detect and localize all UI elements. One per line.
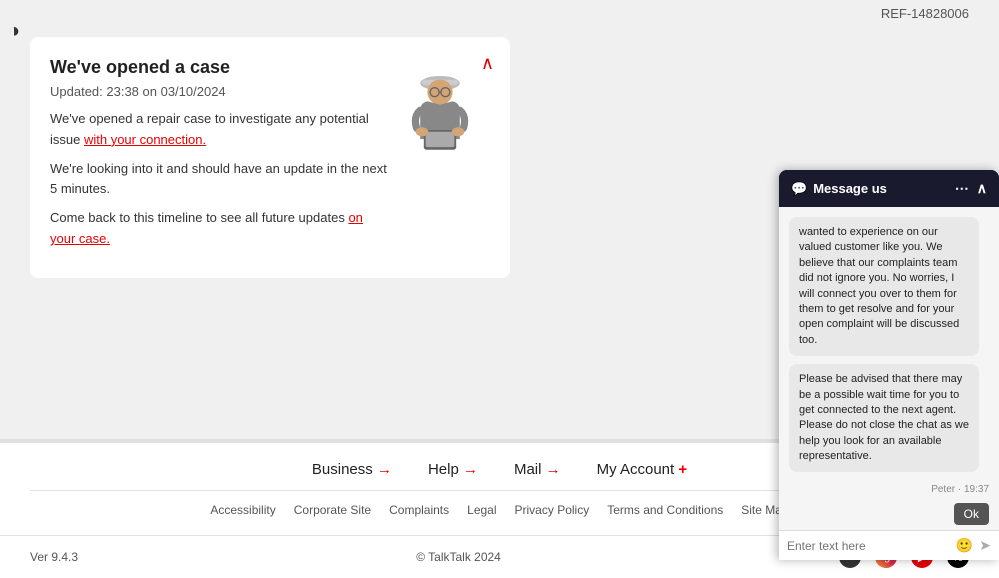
mail-arrow: → xyxy=(546,461,561,478)
case-card: We've opened a case Updated: 23:38 on 03… xyxy=(30,37,510,278)
page-wrapper: ◑ REF-14828006 We've opened a case Updat… xyxy=(0,0,999,578)
case-body: We've opened a repair case to investigat… xyxy=(50,109,390,250)
worker-illustration xyxy=(395,57,485,167)
footer-privacy-policy[interactable]: Privacy Policy xyxy=(515,503,590,517)
nav-business[interactable]: Business → xyxy=(312,461,392,478)
case-para1: We've opened a repair case to investigat… xyxy=(50,109,390,151)
case-link[interactable]: on your case. xyxy=(50,210,363,246)
nav-mail[interactable]: Mail → xyxy=(514,461,561,478)
ok-button[interactable]: Ok xyxy=(954,503,989,525)
ref-number: REF-14828006 xyxy=(0,0,999,21)
chat-header: 💬 Message us ⋯ ∧ xyxy=(779,170,999,207)
chat-timestamp-peter: Peter · 19:37 xyxy=(789,484,989,495)
footer-complaints[interactable]: Complaints xyxy=(389,503,449,517)
chat-header-label: Message us xyxy=(813,181,887,196)
chat-send-button[interactable]: ➤ xyxy=(979,537,991,554)
footer-legal[interactable]: Legal xyxy=(467,503,496,517)
chevron-up-button[interactable]: ∧ xyxy=(481,53,494,74)
chat-emoji-button[interactable]: 🙂 xyxy=(956,537,973,554)
chat-header-left: 💬 Message us xyxy=(791,181,887,197)
chat-message-2: Please be advised that there may be a po… xyxy=(789,364,979,472)
account-arrow: + xyxy=(678,461,687,478)
help-arrow: → xyxy=(463,461,478,478)
case-card-header: We've opened a case Updated: 23:38 on 03… xyxy=(50,57,490,258)
case-content: We've opened a case Updated: 23:38 on 03… xyxy=(50,57,390,258)
case-updated: Updated: 23:38 on 03/10/2024 xyxy=(50,84,390,99)
business-arrow: → xyxy=(377,461,392,478)
footer-accessibility[interactable]: Accessibility xyxy=(210,503,275,517)
chat-messages[interactable]: wanted to experience on our valued custo… xyxy=(779,207,999,530)
case-title: We've opened a case xyxy=(50,57,390,78)
connection-link[interactable]: with your connection. xyxy=(84,132,206,147)
chat-input-area: 🙂 ➤ xyxy=(779,530,999,560)
nav-my-account[interactable]: My Account + xyxy=(597,461,687,478)
chat-minimize-icon[interactable]: ∧ xyxy=(977,180,987,197)
case-para3: Come back to this timeline to see all fu… xyxy=(50,208,390,250)
case-illustration-container xyxy=(390,57,490,167)
chat-bubble-icon: 💬 xyxy=(791,181,807,197)
footer-corporate-site[interactable]: Corporate Site xyxy=(294,503,371,517)
nav-help[interactable]: Help → xyxy=(428,461,478,478)
chat-header-controls: ⋯ ∧ xyxy=(955,180,987,197)
case-para2: We're looking into it and should have an… xyxy=(50,159,390,201)
chat-message-1: wanted to experience on our valued custo… xyxy=(789,217,979,356)
status-icon: ◑ xyxy=(8,20,20,43)
chat-more-icon[interactable]: ⋯ xyxy=(955,180,969,197)
footer-terms-conditions[interactable]: Terms and Conditions xyxy=(607,503,723,517)
chat-widget: 💬 Message us ⋯ ∧ wanted to experience on… xyxy=(779,170,999,560)
chat-input[interactable] xyxy=(787,539,950,553)
copyright-label: © TalkTalk 2024 xyxy=(416,550,501,564)
version-label: Ver 9.4.3 xyxy=(30,550,78,564)
